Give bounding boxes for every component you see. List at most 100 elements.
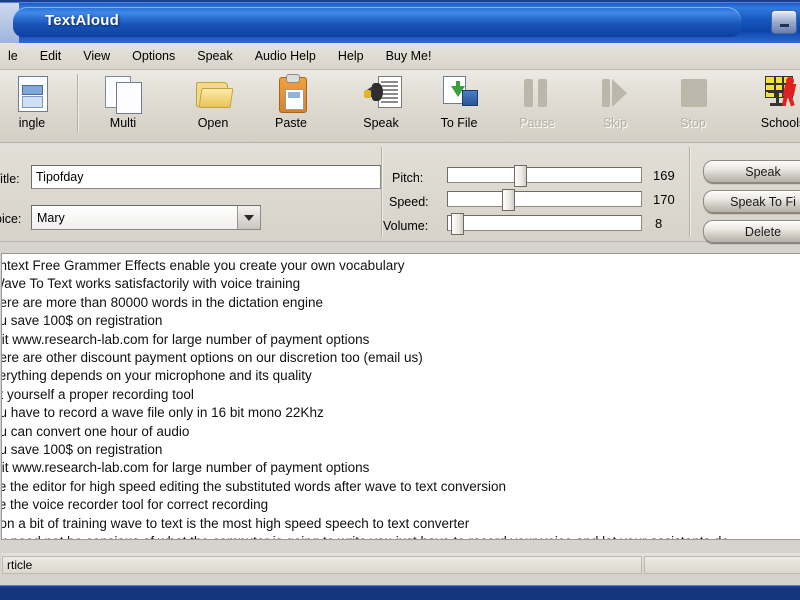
chevron-down-icon[interactable]: [237, 206, 260, 229]
toolbar-label-to-file: To File: [440, 116, 478, 130]
speaker-document-icon: [360, 74, 402, 114]
editor-line: et yourself a proper recording tool: [1, 386, 194, 402]
text-editor-content: ontext Free Grammer Effects enable you c…: [1, 257, 800, 539]
clipboard-paste-icon: [270, 74, 312, 114]
editor-line: here are more than 80000 words in the di…: [1, 294, 323, 310]
menu-item-file[interactable]: le: [0, 46, 29, 66]
speak-button[interactable]: Speak: [703, 160, 800, 183]
editor-line: here are other discount payment options …: [1, 350, 423, 366]
title-field-label: Title:: [0, 172, 20, 186]
menu-item-buy-me[interactable]: Buy Me!: [375, 46, 443, 66]
skip-icon: [594, 74, 636, 114]
toolbar-label-open: Open: [197, 116, 229, 130]
open-folder-icon: [192, 74, 234, 114]
toolbar-button-open[interactable]: Open: [174, 70, 252, 142]
menu-item-help[interactable]: Help: [327, 46, 375, 66]
window-controls: [771, 10, 800, 34]
menu-item-options[interactable]: Options: [121, 46, 186, 66]
schools-icon: [762, 74, 800, 114]
editor-line: ou need not be consious of what the comp…: [2, 533, 800, 539]
delete-button[interactable]: Delete: [703, 220, 800, 243]
toolbar-group-playback: Speak To File Pause Skip Stop: [342, 70, 732, 142]
editor-line: se the voice recorder tool for correct r…: [1, 497, 269, 513]
panel-divider: [381, 147, 382, 237]
pitch-label: Pitch:: [392, 171, 424, 185]
desktop-background-strip: [0, 588, 800, 600]
toolbar-label-multi: Multi: [109, 116, 137, 130]
status-bar-right-cell: [644, 556, 800, 574]
multi-document-icon: [102, 74, 144, 114]
volume-label: Volume:: [383, 219, 429, 233]
editor-line: verything depends on your microphone and…: [1, 368, 312, 384]
speed-slider-thumb[interactable]: [502, 189, 515, 211]
volume-slider[interactable]: [447, 213, 642, 235]
editor-line: ou save 100$ on registration: [1, 442, 163, 458]
menu-item-edit[interactable]: Edit: [29, 46, 73, 66]
toolbar-label-skip: Skip: [602, 116, 628, 130]
menu-item-speak[interactable]: Speak: [186, 46, 243, 66]
toolbar-button-to-file[interactable]: To File: [420, 70, 498, 142]
toolbar-button-single[interactable]: ingle: [0, 70, 71, 142]
stop-icon: [672, 74, 714, 114]
toolbar-label-paste: Paste: [275, 116, 307, 130]
menu-item-view[interactable]: View: [72, 46, 121, 66]
toolbar-label-speak: Speak: [363, 116, 399, 130]
title-bar: TextAloud: [0, 3, 800, 43]
window-title: TextAloud: [45, 12, 120, 29]
toolbar-button-paste[interactable]: Paste: [252, 70, 330, 142]
minimize-icon: [779, 23, 789, 27]
speed-value: 170: [653, 192, 675, 207]
toolbar-group-documents: ingle Multi: [0, 70, 162, 142]
voice-select-value: Mary: [37, 210, 65, 225]
editor-line: isit www.research-lab.com for large numb…: [1, 331, 370, 347]
menu-bar: le Edit View Options Speak Audio Help He…: [0, 43, 800, 70]
control-panel: Title: Tipofday oice: Mary Pitch: 169 Sp…: [0, 143, 800, 243]
toolbar-button-stop[interactable]: Stop: [654, 70, 732, 142]
voice-select[interactable]: Mary: [31, 205, 261, 230]
toolbar-button-multi[interactable]: Multi: [84, 70, 162, 142]
volume-slider-thumb[interactable]: [451, 213, 464, 235]
pitch-value: 169: [653, 168, 675, 183]
application-window: TextAloud le Edit View Options Speak Aud…: [0, 2, 800, 586]
voice-field-label: oice:: [0, 212, 22, 226]
title-input-value: Tipofday: [36, 170, 84, 184]
toolbar-button-skip[interactable]: Skip: [576, 70, 654, 142]
toolbar-label-stop: Stop: [680, 116, 706, 130]
status-bar-left-cell: rticle: [2, 556, 642, 574]
single-document-icon: [11, 74, 53, 114]
editor-line: Wave To Text works satisfactorily with v…: [1, 276, 301, 292]
pitch-slider[interactable]: [447, 165, 642, 187]
toolbar-label-pause: Pause: [519, 116, 555, 130]
speed-label: Speed:: [389, 195, 429, 209]
pause-icon: [516, 74, 558, 114]
toolbar-button-schools[interactable]: Schools: [744, 70, 800, 142]
editor-line: ontext Free Grammer Effects enable you c…: [1, 258, 405, 273]
text-editor[interactable]: ontext Free Grammer Effects enable you c…: [1, 253, 800, 540]
volume-value: 8: [655, 216, 663, 231]
title-bar-inner-plate: [13, 7, 741, 37]
toolbar-label-schools: Schools: [760, 116, 800, 130]
toolbar-button-speak[interactable]: Speak: [342, 70, 420, 142]
editor-line: ou have to record a wave file only in 16…: [1, 405, 324, 421]
editor-line: ou can convert one hour of audio: [1, 423, 190, 439]
pitch-slider-thumb[interactable]: [514, 165, 527, 187]
minimize-button[interactable]: [771, 10, 797, 34]
main-toolbar: ingle Multi Open Paste Speak To File Pau…: [0, 70, 800, 143]
toolbar-separator: [77, 74, 78, 132]
toolbar-label-single: ingle: [18, 116, 46, 130]
app-root: TextAloud le Edit View Options Speak Aud…: [0, 0, 800, 600]
toolbar-button-pause[interactable]: Pause: [498, 70, 576, 142]
editor-line: ou save 100$ on registration: [1, 313, 163, 329]
menu-item-audio-help[interactable]: Audio Help: [244, 46, 327, 66]
save-to-file-icon: [438, 74, 480, 114]
editor-line: se the editor for high speed editing the…: [1, 478, 507, 494]
toolbar-group-extras: Schools Langua: [744, 70, 800, 142]
editor-line: isit www.research-lab.com for large numb…: [1, 460, 370, 476]
panel-divider-right: [689, 147, 690, 237]
status-bar: rticle: [1, 553, 800, 577]
title-input[interactable]: Tipofday: [31, 165, 381, 189]
toolbar-group-io: Open Paste: [174, 70, 330, 142]
speed-slider[interactable]: [447, 189, 642, 211]
speak-to-file-button[interactable]: Speak To Fi: [703, 190, 800, 213]
editor-line: pon a bit of training wave to text is th…: [1, 515, 470, 531]
